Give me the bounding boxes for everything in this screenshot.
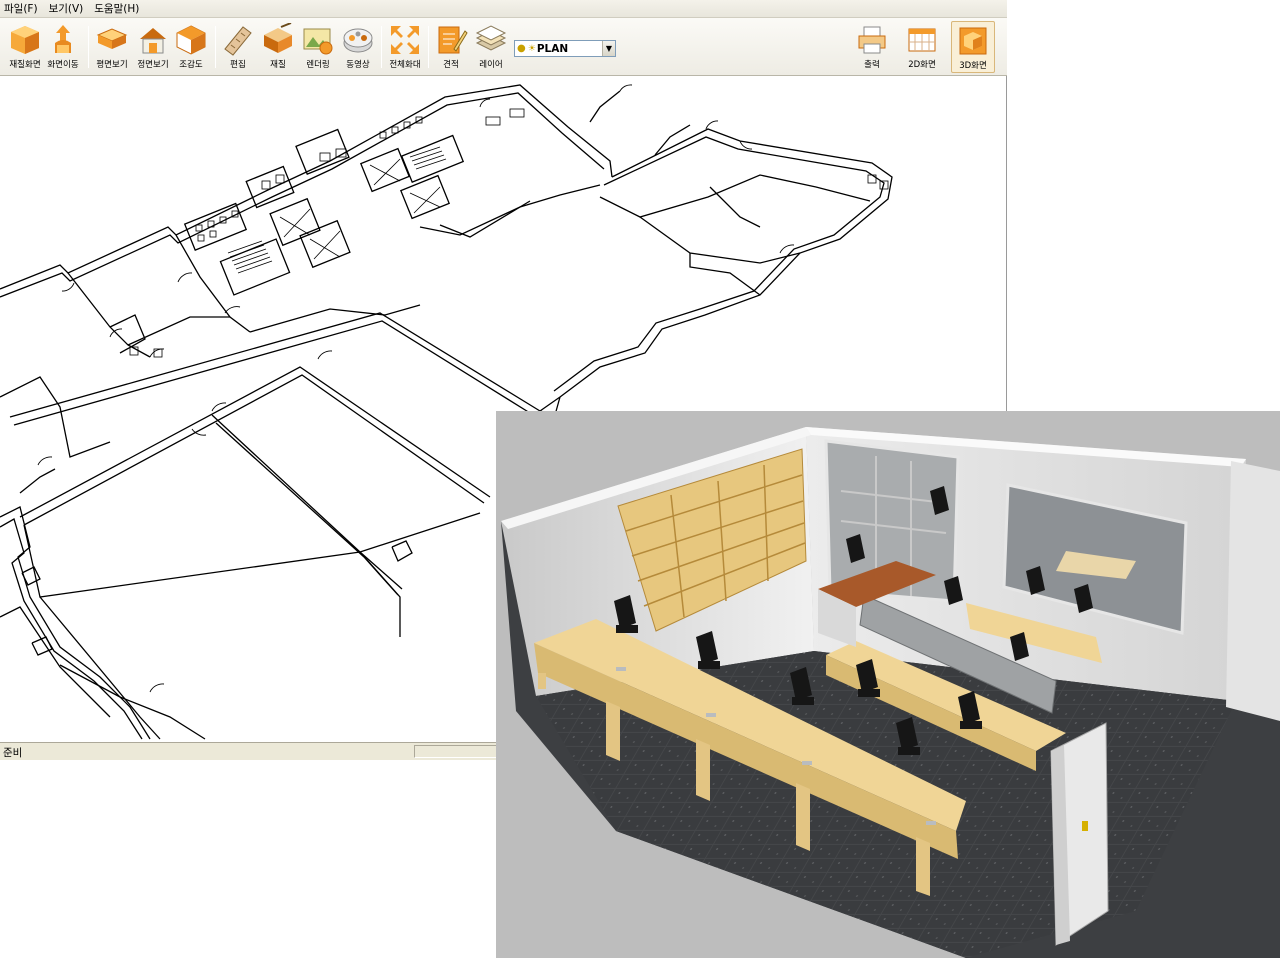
layer-icon [475,25,507,51]
bird-view-icon [176,25,206,55]
menu-view[interactable]: 보기(V) [49,1,84,16]
menu-file[interactable]: 파일(F) [4,1,38,16]
2d-view-button[interactable]: 2D화면 [900,21,944,73]
main-toolbar: 재질화면 화면이동 평면보기 정면보기 조감도 편집 재질 렌더링 동영상 전체… [0,18,1007,76]
edit-ruler-icon [224,26,252,56]
zoom-extents-button[interactable]: 전체화대 [383,21,427,73]
layer-button[interactable]: 레이어 [469,21,513,73]
2d-view-icon [908,28,936,52]
print-icon [858,26,886,54]
material-button[interactable]: 재질 [256,21,300,73]
zoom-extents-icon [391,26,419,54]
office-render-image [501,427,1280,958]
chevron-down-icon[interactable]: ▼ [602,41,615,56]
estimate-icon [438,26,468,54]
bird-view-button[interactable]: 조감도 [169,21,213,73]
cube-icon [11,26,39,54]
sun-icon: ☀ [527,43,536,54]
estimate-button[interactable]: 견적 [429,21,473,73]
edit-button[interactable]: 편집 [216,21,260,73]
layer-dropdown-value: PLAN [536,42,569,55]
render-icon [303,28,333,55]
office-3d-render [496,411,1280,958]
menu-help[interactable]: 도움말(H) [94,1,139,16]
plan-view-icon [96,28,128,49]
bulb-icon: ● [517,43,526,54]
status-text: 준비 [3,747,23,759]
menu-bar: 파일(F) 보기(V) 도움말(H) [0,0,1007,18]
move-view-icon [55,25,71,53]
front-view-icon [140,28,166,54]
layer-dropdown[interactable]: ● ☀ PLAN ▼ [514,40,616,57]
print-button[interactable]: 출력 [850,21,894,73]
video-button[interactable]: 동영상 [336,21,380,73]
3d-view-icon [959,27,987,55]
video-reel-icon [343,28,373,53]
3d-view-button[interactable]: 3D화면 [951,21,995,73]
material-icon [264,23,292,53]
render-button[interactable]: 렌더링 [296,21,340,73]
plan-view-button[interactable]: 평면보기 [90,21,134,73]
pan-view-button[interactable]: 화면이동 [41,21,85,73]
